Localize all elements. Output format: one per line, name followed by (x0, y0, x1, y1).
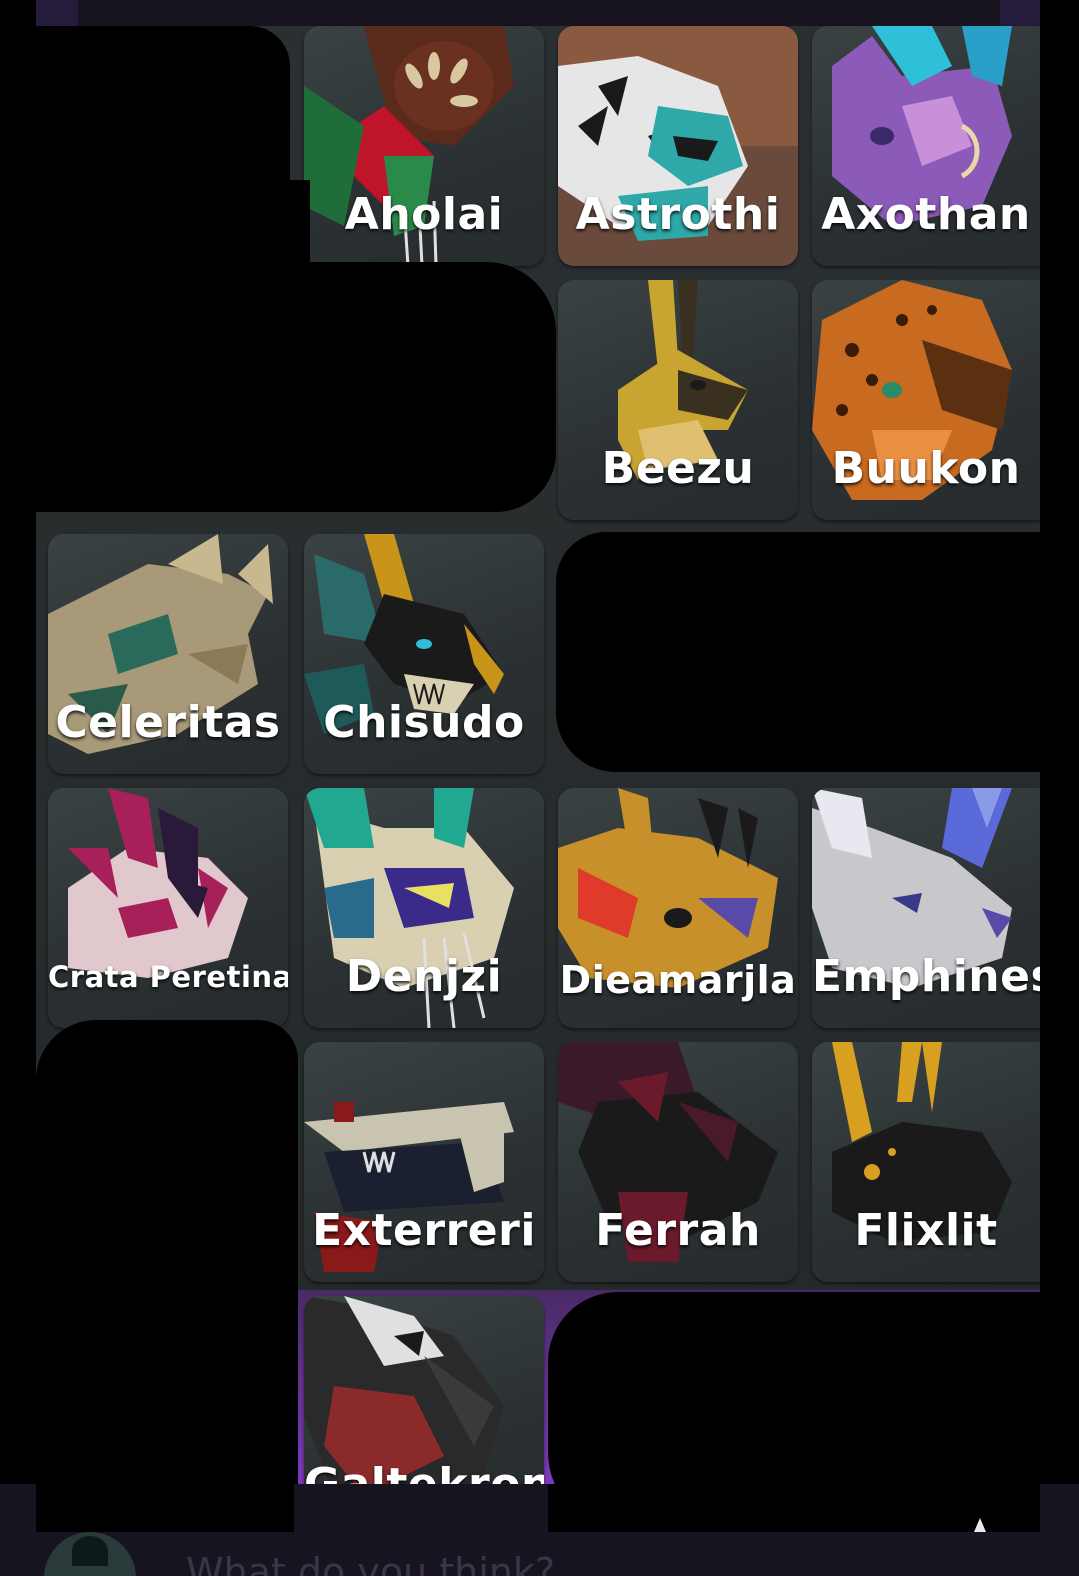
character-tile-buukon[interactable]: Buukon (812, 280, 1040, 520)
redacted-region (36, 1020, 298, 1484)
character-name: Axothan (821, 189, 1031, 240)
character-tile-exterreri[interactable]: Exterreri (304, 1042, 544, 1282)
pointer-icon (974, 1518, 986, 1532)
character-name: Emphines (812, 951, 1040, 1002)
character-name: Ferrah (595, 1205, 761, 1256)
redacted-region (548, 1484, 1040, 1532)
character-tile-chisudo[interactable]: Chisudo (304, 534, 544, 774)
top-bar-left-tab[interactable] (36, 0, 78, 26)
character-tile-aholai[interactable]: Aholai (304, 26, 544, 266)
character-name: Crata Peretina (48, 960, 288, 994)
character-name: Buukon (831, 443, 1021, 494)
redacted-region (556, 532, 1040, 772)
avatar-silhouette-icon (72, 1536, 108, 1566)
top-bar-right-tab[interactable] (1000, 0, 1040, 26)
character-tile-flixlit[interactable]: Flixlit (812, 1042, 1040, 1282)
character-name: Astrothi (575, 189, 781, 240)
character-tile-ferrah[interactable]: Ferrah (558, 1042, 798, 1282)
character-tile-emphines[interactable]: Emphines (812, 788, 1040, 1028)
character-tile-astrothi[interactable]: Astrothi (558, 26, 798, 266)
character-name: Aholai (344, 189, 504, 240)
character-name: Flixlit (854, 1205, 998, 1256)
top-bar (36, 0, 1040, 26)
character-tile-axothan[interactable]: Axothan (812, 26, 1040, 266)
character-name: Chisudo (323, 697, 525, 748)
character-name: Exterreri (312, 1205, 536, 1256)
redacted-region (36, 1484, 294, 1532)
screen: Aholai Astrothi Axothan Beezu Buukon Cel… (0, 0, 1079, 1576)
redacted-region (36, 26, 290, 262)
character-tile-celeritas[interactable]: Celeritas (48, 534, 288, 774)
comment-prompt[interactable]: What do you think? (186, 1550, 555, 1576)
redacted-region (270, 180, 310, 270)
character-tile-dieamarjla[interactable]: Dieamarjla (558, 788, 798, 1028)
character-tile-denjzi[interactable]: Denjzi (304, 788, 544, 1028)
character-tile-crata-peretina[interactable]: Crata Peretina (48, 788, 288, 1028)
redacted-region (36, 262, 556, 512)
character-name: Celeritas (55, 697, 281, 748)
character-name: Denjzi (345, 951, 503, 1002)
character-name: Beezu (601, 443, 755, 494)
character-tile-beezu[interactable]: Beezu (558, 280, 798, 520)
character-name: Dieamarjla (559, 958, 797, 1002)
